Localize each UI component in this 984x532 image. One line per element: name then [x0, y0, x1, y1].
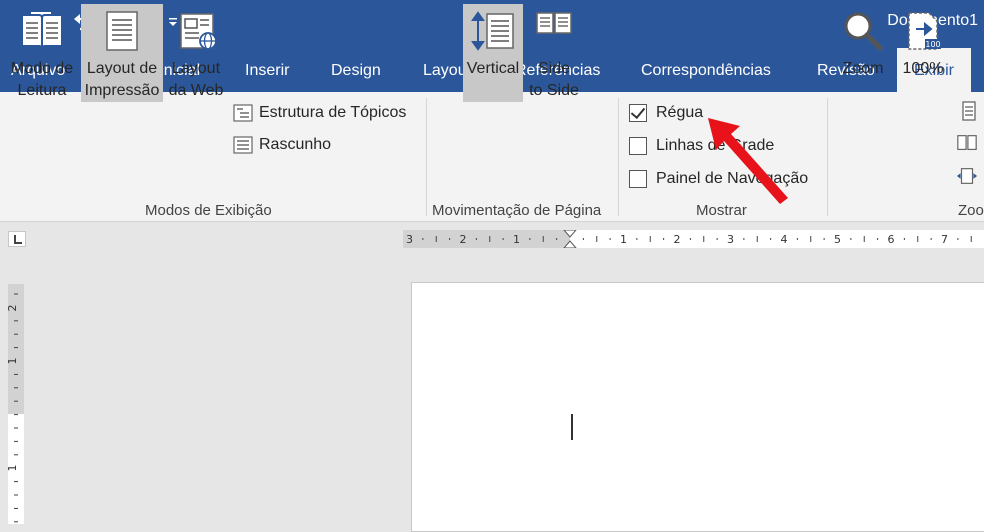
side-to-side-icon	[533, 4, 575, 58]
multiple-pages-icon	[956, 132, 978, 154]
outline-button[interactable]: Estrutura de Tópicos	[232, 100, 406, 126]
print-layout-label-2: Impressão	[84, 82, 160, 99]
web-layout-label-1: Layout	[171, 60, 221, 77]
ruler-label: 1	[620, 233, 627, 246]
ruler-label: 6	[888, 233, 895, 246]
red-arrow-icon	[708, 118, 788, 204]
outline-label: Estrutura de Tópicos	[259, 104, 407, 121]
outline-icon	[232, 102, 254, 124]
group-separator	[827, 98, 828, 216]
horizontal-ruler[interactable]: 3 2 1 1 2 3 4 5 6 7	[403, 230, 984, 248]
draft-button[interactable]: Rascunho	[232, 132, 331, 158]
web-layout-label-2: da Web	[168, 82, 224, 99]
side-to-side-button[interactable]: Side to Side	[524, 4, 584, 102]
page-100-icon: 100	[903, 4, 943, 58]
tab-inserir[interactable]: Inserir	[245, 44, 289, 92]
tab-design[interactable]: Design	[331, 44, 381, 92]
group-separator	[618, 98, 619, 216]
group-label-zoom: Zoo	[958, 202, 984, 219]
read-mode-label-2: Leitura	[17, 82, 67, 99]
one-page-button[interactable]	[958, 98, 984, 124]
ruler-label: 3	[406, 233, 413, 246]
ruler-label: 2	[460, 233, 467, 246]
draft-icon	[232, 134, 254, 156]
vertical-button[interactable]: Vertical	[463, 4, 523, 102]
ruler-ticks: 3 2 1 1 2 3 4 5 6 7	[406, 230, 972, 248]
read-mode-label-1: Modo de	[10, 60, 74, 77]
page-icon	[105, 4, 139, 58]
ruler-label: 7	[941, 233, 948, 246]
ruler-label: 3	[727, 233, 734, 246]
magnifier-icon	[842, 4, 884, 58]
one-page-icon	[958, 100, 980, 122]
vertical-ruler[interactable]: 2 1 1	[8, 284, 24, 524]
checkbox-unchecked[interactable]	[629, 170, 647, 188]
page-width-button[interactable]	[956, 163, 983, 189]
web-layout-button[interactable]: Layout da Web	[165, 4, 227, 102]
document-page[interactable]	[411, 282, 984, 532]
group-separator	[426, 98, 427, 216]
zoom-100-button[interactable]: 100 100%	[898, 4, 948, 102]
text-cursor	[571, 414, 573, 440]
print-layout-button[interactable]: Layout de Impressão	[81, 4, 163, 102]
zoom-button[interactable]: Zoom	[836, 4, 890, 102]
ruler-label: 1	[8, 358, 19, 365]
group-label-movimentacao: Movimentação de Página	[432, 202, 602, 219]
checkbox-unchecked[interactable]	[629, 137, 647, 155]
ruler-label: Régua	[656, 104, 704, 121]
tab-selector[interactable]	[8, 231, 26, 247]
group-label-modos: Modos de Exibição	[145, 202, 272, 219]
print-layout-label-1: Layout de	[86, 60, 158, 77]
ruler-ticks: 2 1 1	[8, 293, 19, 523]
zoom-label: Zoom	[842, 60, 884, 77]
ruler-label: 2	[8, 305, 19, 312]
page-width-icon	[956, 165, 978, 187]
web-page-icon	[173, 4, 219, 58]
draft-label: Rascunho	[259, 136, 332, 153]
vertical-label: Vertical	[466, 60, 520, 77]
indent-marker[interactable]	[563, 230, 577, 248]
ruler-label: 4	[781, 233, 788, 246]
ruler-label: 2	[674, 233, 681, 246]
ruler-label: 5	[834, 233, 841, 246]
side-to-side-label-1: Side	[537, 60, 571, 77]
side-to-side-label-2: to Side	[529, 82, 579, 99]
ruler-checkbox[interactable]: Régua	[629, 101, 703, 125]
tab-correspondencias[interactable]: Correspondências	[641, 44, 771, 92]
zoom-100-label: 100%	[902, 60, 944, 77]
multiple-pages-button[interactable]	[956, 130, 983, 156]
svg-text:100: 100	[925, 40, 940, 49]
ruler-label: 1	[513, 233, 520, 246]
read-mode-button[interactable]: Modo de Leitura	[6, 4, 78, 102]
ruler-label: 1	[8, 465, 19, 472]
vertical-scroll-icon	[470, 4, 516, 58]
book-icon	[19, 4, 65, 58]
checkbox-checked[interactable]	[629, 104, 647, 122]
